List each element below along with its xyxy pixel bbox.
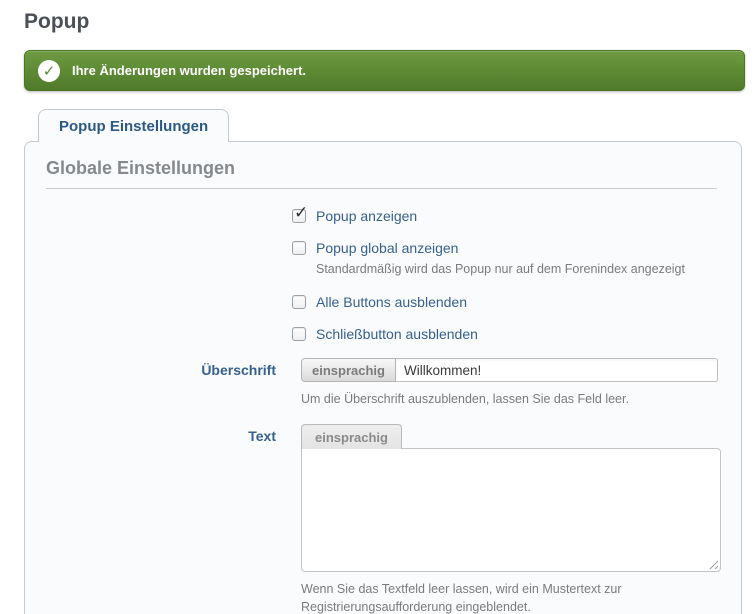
ueberschrift-input[interactable] — [396, 358, 718, 382]
checkbox-label[interactable]: Popup global anzeigen — [316, 240, 458, 256]
page-title: Popup — [24, 10, 755, 34]
checkbox-label[interactable]: Popup anzeigen — [316, 208, 417, 224]
language-tab[interactable]: einsprachig — [301, 424, 402, 449]
checkbox-row-schliessbutton-ausblenden: Schließbutton ausblenden — [292, 326, 717, 342]
tab-popup-einstellungen[interactable]: Popup Einstellungen — [38, 109, 229, 142]
field-label-ueberschrift: Überschrift — [46, 358, 276, 408]
checkbox-description: Standardmäßig wird das Popup nur auf dem… — [316, 260, 717, 278]
text-textarea[interactable] — [301, 448, 721, 572]
checkbox-popup-global-anzeigen[interactable] — [292, 241, 306, 255]
tab-bar: Popup Einstellungen — [38, 109, 755, 141]
field-label-text: Text — [46, 424, 276, 614]
checkbox-row-alle-buttons-ausblenden: Alle Buttons ausblenden — [292, 294, 717, 310]
checkbox-row-popup-global-anzeigen: Popup global anzeigen Standardmäßig wird… — [292, 240, 717, 278]
success-message: Ihre Änderungen wurden gespeichert. — [72, 63, 306, 78]
checkbox-row-popup-anzeigen: Popup anzeigen — [292, 208, 717, 224]
checkbox-popup-anzeigen[interactable] — [292, 209, 306, 223]
checkbox-schliessbutton-ausblenden[interactable] — [292, 327, 306, 341]
success-banner: Ihre Änderungen wurden gespeichert. — [24, 50, 745, 91]
settings-panel: Globale Einstellungen Popup anzeigen Pop… — [24, 141, 742, 614]
checkbox-label[interactable]: Alle Buttons ausblenden — [316, 294, 467, 310]
checkbox-alle-buttons-ausblenden[interactable] — [292, 295, 306, 309]
section-heading: Globale Einstellungen — [46, 158, 717, 189]
field-row-ueberschrift: Überschrift einsprachig Um die Überschri… — [46, 358, 717, 408]
field-row-text: Text einsprachig Wenn Sie das Textfeld l… — [46, 424, 717, 614]
success-check-icon — [38, 60, 60, 82]
field-description: Wenn Sie das Textfeld leer lassen, wird … — [301, 580, 721, 614]
checkbox-label[interactable]: Schließbutton ausblenden — [316, 326, 478, 342]
field-description: Um die Überschrift auszublenden, lassen … — [301, 390, 718, 408]
language-button[interactable]: einsprachig — [301, 358, 396, 382]
